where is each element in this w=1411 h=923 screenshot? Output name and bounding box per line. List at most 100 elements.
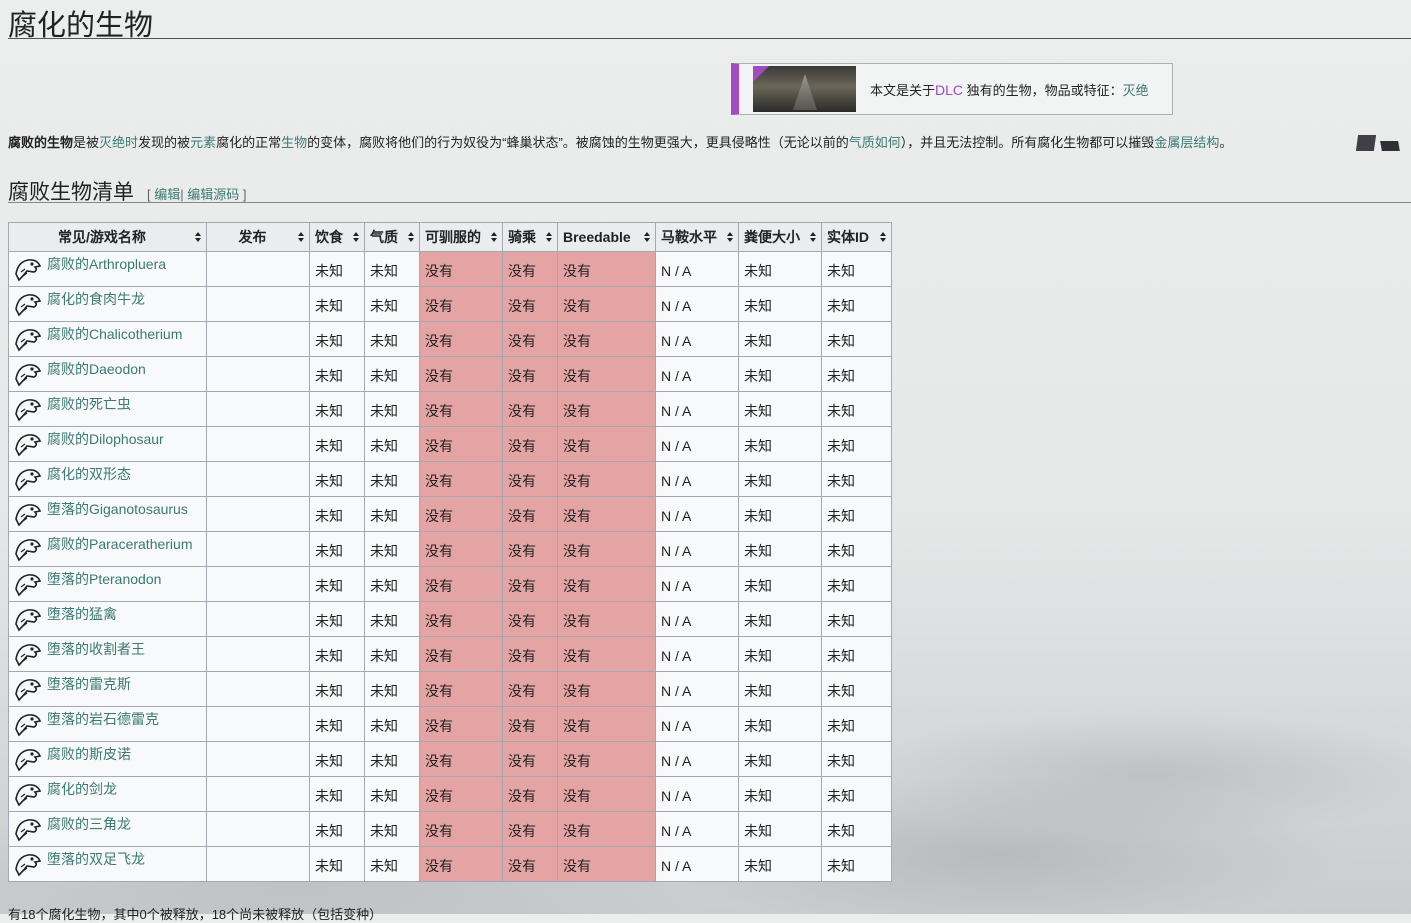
temperament-cell: 未知 (364, 426, 420, 462)
sort-icon[interactable] (644, 232, 650, 243)
diet-cell: 未知 (309, 321, 365, 357)
diet-cell: 未知 (309, 706, 365, 742)
metal-foundation-icon[interactable] (1380, 141, 1400, 151)
creature-dossier-icon[interactable] (13, 779, 43, 809)
creature-name-link[interactable]: 堕落的双足飞龙 (47, 851, 145, 867)
creature-dossier-icon[interactable] (13, 709, 43, 739)
diet-cell: 未知 (309, 601, 365, 637)
col-header-feces-size[interactable]: 粪便大小 (738, 222, 822, 252)
saddle-level-cell: N / A (655, 566, 739, 602)
creature-name-cell: 腐败的Arthropluera (8, 251, 207, 287)
creature-name-link[interactable]: 堕落的雷克斯 (47, 676, 131, 692)
rideable-cell: 没有 (502, 636, 558, 672)
creature-name-cell: 堕落的雷克斯 (8, 671, 207, 707)
rideable-cell: 没有 (502, 671, 558, 707)
sort-icon[interactable] (727, 232, 733, 243)
creature-name-link[interactable]: 腐败的斯皮诺 (47, 746, 131, 762)
creature-name-link[interactable]: 堕落的岩石德雷克 (47, 711, 159, 727)
creature-dossier-icon[interactable] (13, 429, 43, 459)
creature-dossier-icon[interactable] (13, 604, 43, 634)
sort-icon[interactable] (546, 232, 552, 243)
col-header-name[interactable]: 常见/游戏名称 (8, 222, 207, 252)
sort-icon[interactable] (353, 232, 359, 243)
creature-name-link[interactable]: 腐化的剑龙 (47, 781, 117, 797)
creature-dossier-icon[interactable] (13, 814, 43, 844)
creature-dossier-icon[interactable] (13, 639, 43, 669)
creature-name-link[interactable]: 堕落的猛禽 (47, 606, 117, 622)
sort-icon[interactable] (195, 232, 201, 243)
saddle-level-cell: N / A (655, 286, 739, 322)
creatures-link[interactable]: 生物 (281, 135, 307, 150)
edit-link[interactable]: 编辑 (154, 187, 180, 202)
release-cell (206, 251, 310, 287)
creature-dossier-icon[interactable] (13, 324, 43, 354)
sort-icon[interactable] (880, 232, 886, 243)
edit-source-link[interactable]: 编辑源码 (187, 187, 239, 202)
breedable-cell: 没有 (557, 286, 656, 322)
col-header-tamable[interactable]: 可驯服的 (419, 222, 503, 252)
creature-dossier-icon[interactable] (13, 464, 43, 494)
creature-name-link[interactable]: 堕落的Pteranodon (47, 571, 161, 587)
table-row: 腐化的剑龙 未知 未知 没有 没有 没有 N / A 未知 未知 (8, 776, 892, 812)
creature-dossier-icon[interactable] (13, 289, 43, 319)
feces-size-cell: 未知 (738, 636, 822, 672)
title-divider (8, 38, 1411, 39)
creature-dossier-icon[interactable] (13, 499, 43, 529)
col-header-rideable[interactable]: 骑乘 (502, 222, 558, 252)
creature-name-cell: 堕落的Pteranodon (8, 566, 207, 602)
creature-name-cell: 腐化的剑龙 (8, 776, 207, 812)
creature-name-link[interactable]: 腐败的Arthropluera (47, 256, 166, 272)
extinction-link[interactable]: 灭绝时 (99, 135, 138, 150)
temperament-link[interactable]: 气质如何 (849, 135, 901, 150)
entity-id-cell: 未知 (821, 391, 892, 427)
creature-dossier-icon[interactable] (13, 254, 43, 284)
col-header-temperament[interactable]: 气质 (364, 222, 420, 252)
creature-dossier-icon[interactable] (13, 534, 43, 564)
creature-name-link[interactable]: 堕落的收割者王 (47, 641, 145, 657)
entity-id-cell: 未知 (821, 706, 892, 742)
diet-cell: 未知 (309, 461, 365, 497)
creature-dossier-icon[interactable] (13, 744, 43, 774)
sort-icon[interactable] (810, 232, 816, 243)
creature-name-link[interactable]: 腐败的Chalicotherium (47, 326, 182, 342)
creature-dossier-icon[interactable] (13, 569, 43, 599)
table-body: 腐败的Arthropluera 未知 未知 没有 没有 没有 N / A 未知 未知 腐化的食肉牛… (8, 251, 892, 882)
col-header-saddle-level[interactable]: 马鞍水平 (655, 222, 739, 252)
creature-name-link[interactable]: 腐化的食肉牛龙 (47, 291, 145, 307)
creature-name-link[interactable]: 腐败的Dilophosaur (47, 431, 164, 447)
sort-icon[interactable] (408, 232, 414, 243)
feces-size-cell: 未知 (738, 286, 822, 322)
saddle-level-cell: N / A (655, 846, 739, 882)
creature-name-link[interactable]: 腐败的Paraceratherium (47, 536, 193, 552)
dlc-extinction-link[interactable]: 灭绝 (1123, 83, 1149, 98)
rideable-cell: 没有 (502, 776, 558, 812)
element-link[interactable]: 元素 (190, 135, 216, 150)
table-row: 堕落的收割者王 未知 未知 没有 没有 没有 N / A 未知 未知 (8, 636, 892, 672)
tamable-cell: 没有 (419, 496, 503, 532)
col-header-diet[interactable]: 饮食 (309, 222, 365, 252)
col-header-entity-id[interactable]: 实体ID (821, 222, 892, 252)
col-header-release[interactable]: 发布 (206, 222, 310, 252)
breedable-cell: 没有 (557, 356, 656, 392)
creature-name-link[interactable]: 腐败的三角龙 (47, 816, 131, 832)
entity-id-cell: 未知 (821, 671, 892, 707)
creature-name-link[interactable]: 堕落的Giganotosaurus (47, 501, 188, 517)
sort-icon[interactable] (491, 232, 497, 243)
metal-structures-link[interactable]: 金属层结构 (1154, 135, 1219, 150)
diet-cell: 未知 (309, 846, 365, 882)
dlc-notice-prefix: 本文是关于 (870, 83, 936, 98)
sort-icon[interactable] (298, 232, 304, 243)
rideable-cell: 没有 (502, 461, 558, 497)
tamable-cell: 没有 (419, 286, 503, 322)
creature-name-link[interactable]: 腐化的双形态 (47, 466, 131, 482)
col-header-label: 可驯服的 (425, 229, 481, 245)
creature-dossier-icon[interactable] (13, 849, 43, 879)
creature-name-link[interactable]: 腐败的死亡虫 (47, 396, 131, 412)
metal-wall-icon[interactable] (1355, 135, 1377, 151)
dlc-extinction-thumbnail[interactable] (753, 66, 856, 112)
creature-dossier-icon[interactable] (13, 394, 43, 424)
creature-dossier-icon[interactable] (13, 674, 43, 704)
creature-name-link[interactable]: 腐败的Daeodon (47, 361, 146, 377)
col-header-breedable[interactable]: Breedable (557, 222, 656, 252)
creature-dossier-icon[interactable] (13, 359, 43, 389)
